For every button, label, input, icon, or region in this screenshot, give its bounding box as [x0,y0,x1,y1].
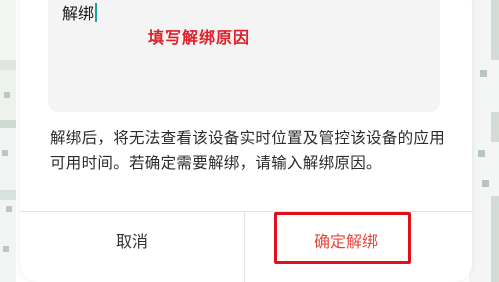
background-edge-right [469,0,499,282]
cancel-button[interactable]: 取消 [20,212,244,268]
background-edge-left [0,0,16,282]
text-caret [95,2,98,22]
unbind-reason-input[interactable]: 解绑 填写解绑原因 [48,0,440,112]
unbind-warning-message: 解绑后，将无法查看该设备实时位置及管控该设备的应用可用时间。若确定需要解绑，请输… [50,129,446,172]
button-divider-vertical [244,212,245,282]
annotation-text: 填写解绑原因 [148,28,251,47]
input-text: 解绑 [62,4,95,23]
unbind-dialog: 解绑 填写解绑原因 解绑后，将无法查看该设备实时位置及管控该设备的应用可用时间。… [20,0,472,282]
screen: 解绑 填写解绑原因 解绑后，将无法查看该设备实时位置及管控该设备的应用可用时间。… [0,0,499,282]
unbind-reason-value: 解绑 [62,0,98,24]
confirm-unbind-button[interactable]: 确定解绑 [276,212,416,268]
